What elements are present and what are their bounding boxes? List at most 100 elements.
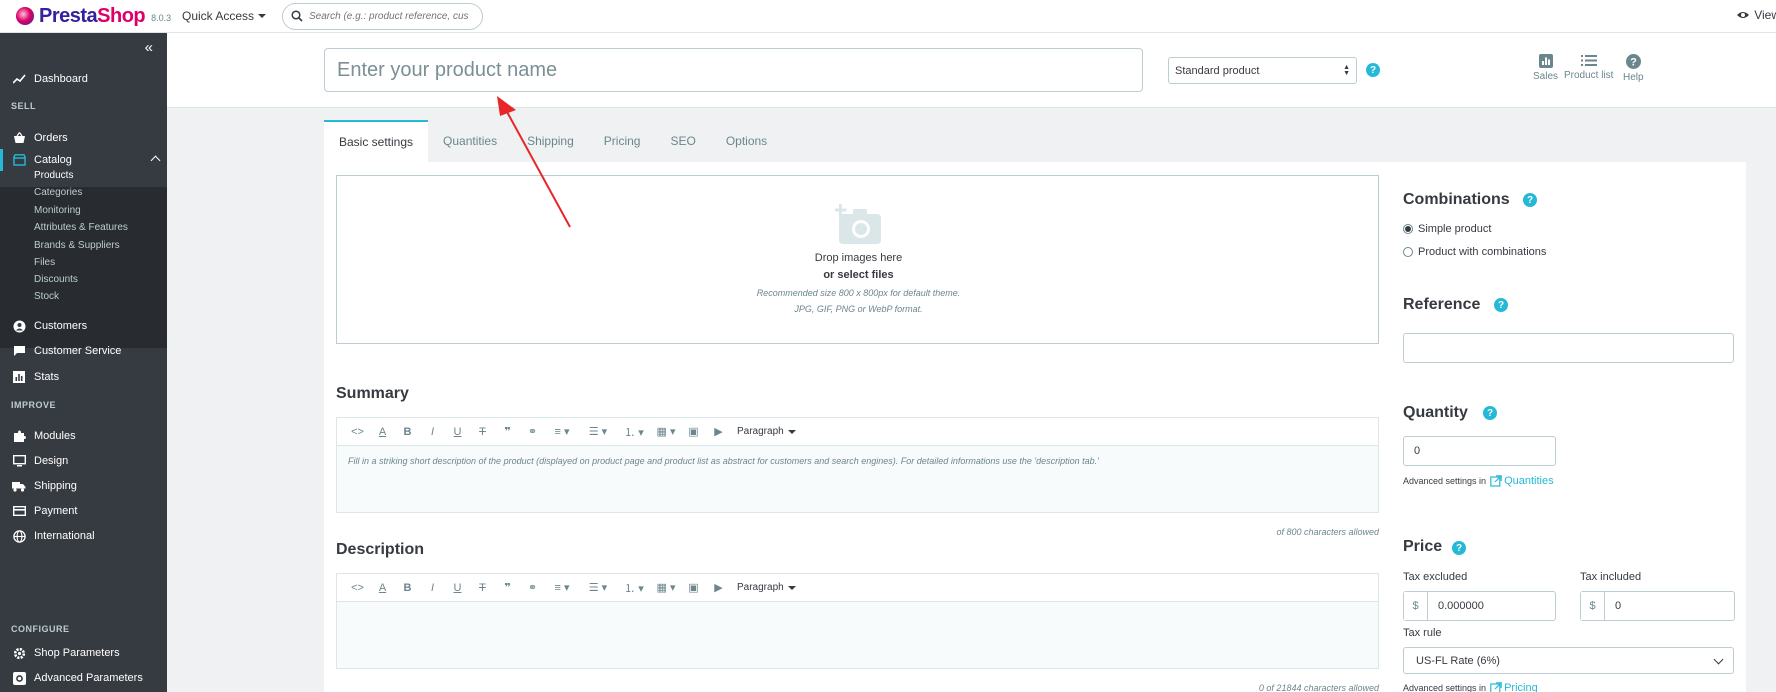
italic-icon[interactable]: I: [420, 422, 445, 442]
price-tax-included-input[interactable]: $ 0: [1580, 591, 1735, 621]
dropzone-hint-size: Recommended size 800 x 800px for default…: [756, 288, 961, 298]
prestashop-logo[interactable]: PrestaShop 8.0.3: [16, 5, 182, 28]
sidebar-subitem-stock[interactable]: Stock: [34, 291, 59, 302]
sidebar-item-design[interactable]: Design: [0, 450, 167, 472]
simple-product-radio[interactable]: Simple product: [1403, 223, 1491, 235]
table-icon[interactable]: ▦ ▾: [651, 422, 681, 442]
settings-box-icon: [12, 671, 26, 685]
table-icon[interactable]: ▦ ▾: [651, 578, 681, 598]
tab-seo[interactable]: SEO: [655, 120, 710, 162]
sidebar-item-stats[interactable]: Stats: [0, 366, 167, 388]
price-tax-excluded-input[interactable]: $ 0.000000: [1403, 591, 1556, 621]
combinations-label: Product with combinations: [1418, 246, 1547, 258]
numbered-list-icon[interactable]: ⒈ ▾: [617, 578, 651, 598]
sidebar-item-customers[interactable]: Customers: [0, 315, 167, 337]
sidebar-item-label: Advanced Parameters: [34, 672, 143, 684]
sidebar-item-international[interactable]: International: [0, 525, 167, 547]
tax-included-label: Tax included: [1580, 571, 1642, 583]
underline-icon[interactable]: U: [445, 422, 470, 442]
tab-options[interactable]: Options: [711, 120, 782, 162]
source-code-icon[interactable]: <>: [345, 422, 370, 442]
price-title: Price: [1403, 538, 1443, 555]
view-shop-link[interactable]: View: [1736, 8, 1776, 22]
link-icon[interactable]: ⚭: [520, 422, 545, 442]
media-icon[interactable]: ▶: [706, 578, 731, 598]
align-icon[interactable]: ≡ ▾: [545, 578, 579, 598]
sidebar-subitem-brands[interactable]: Brands & Suppliers: [34, 240, 120, 251]
search-input[interactable]: [309, 10, 469, 22]
image-icon[interactable]: ▣: [681, 422, 706, 442]
blockquote-icon[interactable]: ❞: [495, 578, 520, 598]
tax-rule-select[interactable]: US-FL Rate (6%): [1403, 647, 1734, 674]
strikethrough-icon[interactable]: T: [470, 578, 495, 598]
tax-excluded-label: Tax excluded: [1403, 571, 1468, 583]
sidebar-item-orders[interactable]: Orders: [0, 127, 167, 149]
sidebar-item-modules[interactable]: Modules: [0, 425, 167, 447]
text-color-icon[interactable]: A: [370, 578, 395, 598]
sidebar-item-catalog[interactable]: Catalog: [0, 149, 167, 171]
sidebar-subitem-files[interactable]: Files: [34, 257, 55, 268]
product-type-select[interactable]: Standard product ▲ ▼: [1168, 57, 1357, 84]
tab-basic-settings[interactable]: Basic settings: [324, 120, 429, 162]
sidebar-item-advanced-parameters[interactable]: Advanced Parameters: [0, 667, 167, 689]
image-dropzone[interactable]: Drop images here or select files Recomme…: [336, 175, 1379, 344]
sidebar-item-label: Customer Service: [34, 345, 122, 357]
quick-access-dropdown[interactable]: Quick Access: [182, 9, 282, 23]
sidebar-subitem-discounts[interactable]: Discounts: [34, 274, 78, 285]
select-files-link[interactable]: or select files: [337, 269, 1380, 281]
product-with-combinations-radio[interactable]: Product with combinations: [1403, 246, 1546, 258]
caret-down-icon: [787, 429, 796, 434]
bold-icon[interactable]: B: [395, 422, 420, 442]
product-name-input[interactable]: [324, 48, 1143, 92]
underline-icon[interactable]: U: [445, 578, 470, 598]
numbered-list-icon[interactable]: ⒈ ▾: [617, 422, 651, 442]
summary-textarea[interactable]: Fill in a striking short description of …: [337, 446, 1378, 512]
sales-button[interactable]: Sales: [1533, 54, 1558, 82]
sidebar-item-dashboard[interactable]: Dashboard: [0, 68, 167, 90]
bold-icon[interactable]: B: [395, 578, 420, 598]
product-type-help-icon[interactable]: ?: [1366, 63, 1380, 77]
sidebar-subitem-products[interactable]: Products: [34, 170, 73, 181]
bullet-list-icon[interactable]: ☰ ▾: [579, 578, 617, 598]
sidebar-subitem-attributes[interactable]: Attributes & Features: [34, 222, 128, 233]
combinations-help-icon[interactable]: ?: [1523, 193, 1537, 207]
quantities-link[interactable]: Quantities: [1490, 475, 1554, 487]
sidebar-item-customer-service[interactable]: Customer Service: [0, 340, 167, 362]
paragraph-format-dropdown[interactable]: Paragraph: [737, 426, 796, 437]
source-code-icon[interactable]: <>: [345, 578, 370, 598]
text-color-icon[interactable]: A: [370, 422, 395, 442]
paragraph-format-dropdown[interactable]: Paragraph: [737, 582, 796, 593]
logo-text-shop: Shop: [97, 4, 146, 27]
italic-icon[interactable]: I: [420, 578, 445, 598]
description-textarea[interactable]: [337, 602, 1378, 668]
help-button[interactable]: ? Help: [1623, 54, 1644, 83]
link-icon[interactable]: ⚭: [520, 578, 545, 598]
quantity-help-icon[interactable]: ?: [1483, 406, 1497, 420]
credit-card-icon: [12, 504, 26, 518]
strikethrough-icon[interactable]: T: [470, 422, 495, 442]
collapse-sidebar-icon[interactable]: «: [145, 39, 153, 56]
reference-input[interactable]: [1403, 333, 1734, 363]
product-list-button[interactable]: Product list: [1564, 54, 1613, 81]
price-tax-included-value: 0: [1615, 600, 1622, 612]
sidebar-item-payment[interactable]: Payment: [0, 500, 167, 522]
tab-quantities[interactable]: Quantities: [428, 120, 512, 162]
quantity-input[interactable]: 0: [1403, 436, 1556, 466]
bullet-list-icon[interactable]: ☰ ▾: [579, 422, 617, 442]
blockquote-icon[interactable]: ❞: [495, 422, 520, 442]
gear-icon: [12, 646, 26, 660]
search-box[interactable]: [282, 2, 483, 30]
sidebar-subitem-categories[interactable]: Categories: [34, 187, 82, 198]
align-icon[interactable]: ≡ ▾: [545, 422, 579, 442]
sidebar-subitem-monitoring[interactable]: Monitoring: [34, 205, 81, 216]
tab-shipping[interactable]: Shipping: [512, 120, 589, 162]
external-link-icon: [1490, 682, 1502, 692]
media-icon[interactable]: ▶: [706, 422, 731, 442]
tab-pricing[interactable]: Pricing: [589, 120, 656, 162]
sidebar-item-shipping[interactable]: Shipping: [0, 475, 167, 497]
sidebar-item-shop-parameters[interactable]: Shop Parameters: [0, 642, 167, 664]
pricing-link[interactable]: Pricing: [1490, 682, 1538, 692]
image-icon[interactable]: ▣: [681, 578, 706, 598]
reference-help-icon[interactable]: ?: [1494, 298, 1508, 312]
price-help-icon[interactable]: ?: [1452, 541, 1466, 555]
